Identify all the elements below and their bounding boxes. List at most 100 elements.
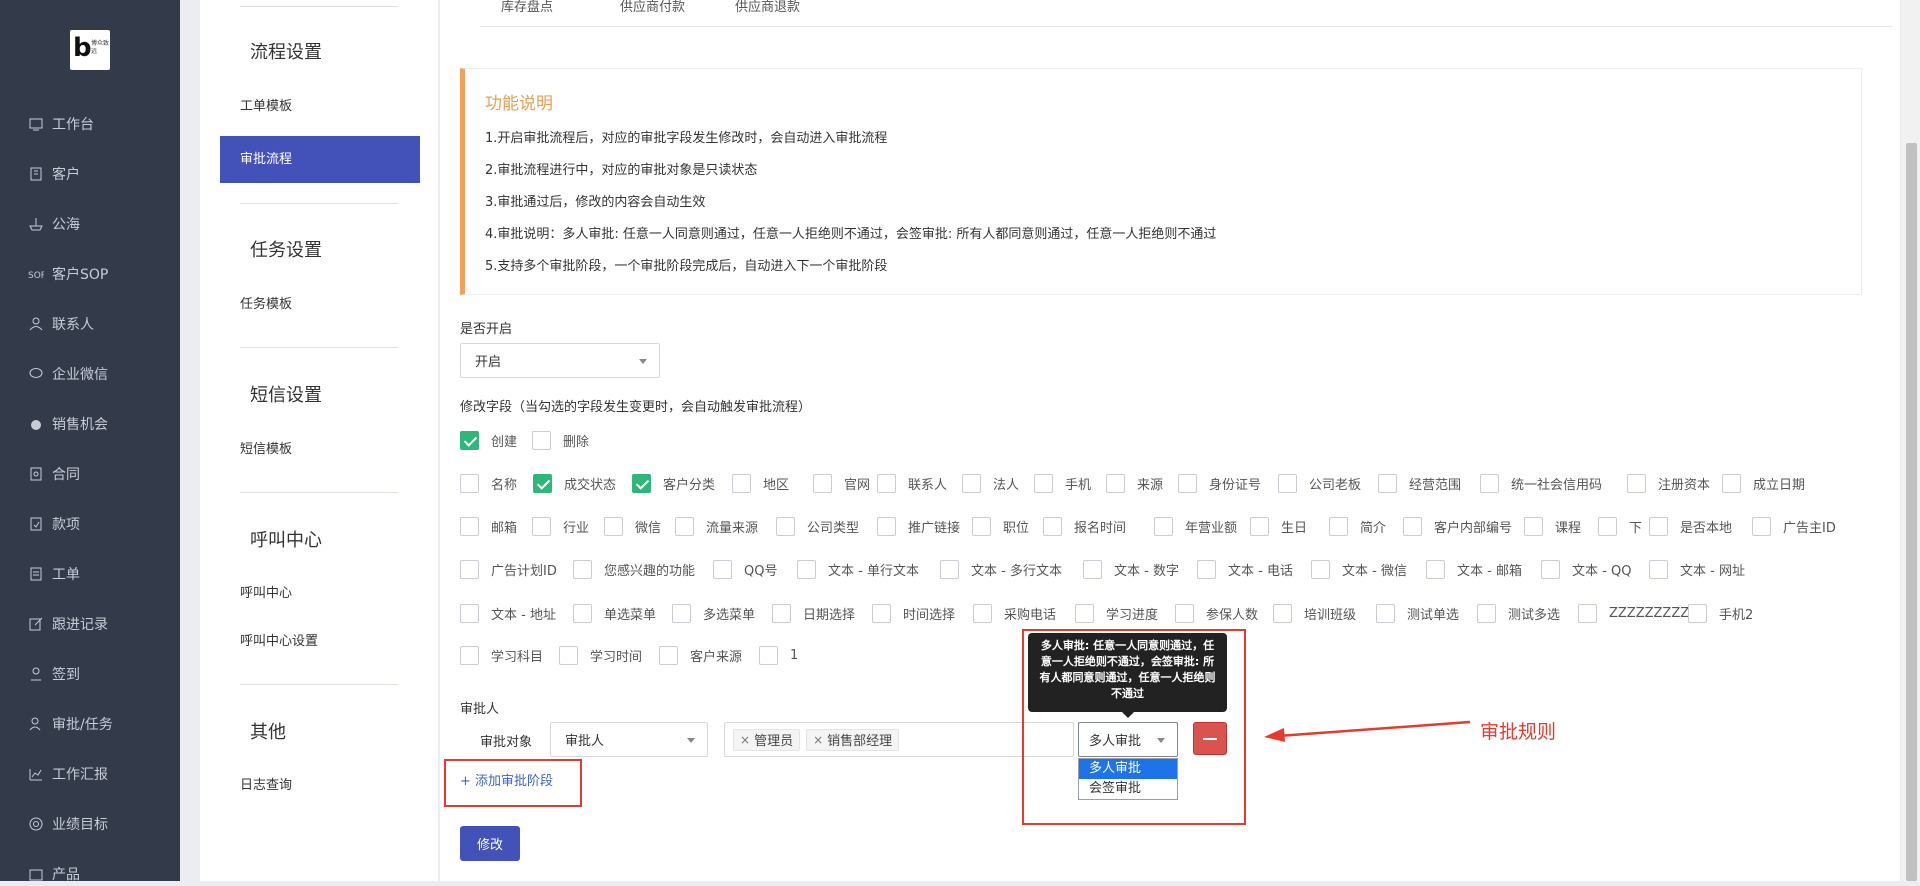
sidebar-item[interactable]: 产品: [28, 862, 80, 886]
field-checkbox[interactable]: 删除: [532, 431, 589, 450]
checkbox-icon[interactable]: [1329, 517, 1348, 536]
field-checkbox[interactable]: 经营范围: [1378, 474, 1461, 493]
menu-item-sms-template[interactable]: 短信模板: [240, 438, 292, 457]
menu-item-log-query[interactable]: 日志查询: [240, 774, 292, 793]
field-checkbox[interactable]: 公司老板: [1278, 474, 1361, 493]
field-checkbox[interactable]: 客户内部编号: [1403, 517, 1512, 536]
submit-button[interactable]: 修改: [460, 826, 520, 861]
menu-item-callcenter[interactable]: 呼叫中心: [240, 582, 292, 601]
sidebar-item[interactable]: 联系人: [28, 312, 94, 336]
field-checkbox[interactable]: 年营业额: [1154, 517, 1237, 536]
sidebar-item[interactable]: 款项: [28, 512, 80, 536]
field-checkbox[interactable]: 文本 - 单行文本: [797, 560, 919, 579]
field-checkbox[interactable]: 客户来源: [659, 646, 742, 665]
checkbox-icon[interactable]: [1154, 517, 1173, 536]
checkbox-icon[interactable]: [532, 431, 551, 450]
checkbox-icon[interactable]: [1688, 604, 1707, 623]
checkbox-icon[interactable]: [797, 560, 816, 579]
field-checkbox[interactable]: 职位: [972, 517, 1029, 536]
checkbox-icon[interactable]: [559, 646, 578, 665]
sidebar-item[interactable]: 企业微信: [28, 362, 108, 386]
field-checkbox[interactable]: 官网: [813, 474, 870, 493]
checkbox-icon[interactable]: [1175, 604, 1194, 623]
field-checkbox[interactable]: 广告计划ID: [460, 560, 557, 579]
checkbox-icon[interactable]: [1043, 517, 1062, 536]
menu-item-ticket-template[interactable]: 工单模板: [240, 95, 292, 114]
checkbox-icon[interactable]: [772, 604, 791, 623]
field-checkbox[interactable]: 联系人: [877, 474, 947, 493]
field-checkbox[interactable]: 成交状态: [533, 474, 616, 493]
checkbox-icon[interactable]: [460, 646, 479, 665]
field-checkbox[interactable]: 单选菜单: [573, 604, 656, 623]
field-checkbox[interactable]: 日期选择: [772, 604, 855, 623]
brand-logo[interactable]: b 博众致远: [70, 30, 110, 70]
tab-supplier-payment[interactable]: 供应商付款: [620, 0, 685, 15]
sidebar-item[interactable]: 客户: [28, 162, 80, 186]
checkbox-checked-icon[interactable]: [632, 474, 651, 493]
checkbox-icon[interactable]: [1403, 517, 1422, 536]
checkbox-icon[interactable]: [877, 474, 896, 493]
field-checkbox[interactable]: 参保人数: [1175, 604, 1258, 623]
checkbox-icon[interactable]: [1034, 474, 1053, 493]
field-checkbox[interactable]: 微信: [604, 517, 661, 536]
checkbox-icon[interactable]: [1106, 474, 1125, 493]
menu-item-approval-flow[interactable]: 审批流程: [220, 136, 420, 183]
scrollbar-thumb[interactable]: [1906, 143, 1917, 881]
field-checkbox[interactable]: 邮箱: [460, 517, 517, 536]
checkbox-icon[interactable]: [1376, 604, 1395, 623]
checkbox-icon[interactable]: [1278, 474, 1297, 493]
field-checkbox[interactable]: 统一社会信用码: [1480, 474, 1602, 493]
field-checkbox[interactable]: 文本 - 微信: [1311, 560, 1407, 579]
checkbox-icon[interactable]: [1598, 517, 1617, 536]
field-checkbox[interactable]: 学习科目: [460, 646, 543, 665]
sidebar-item[interactable]: 工作台: [28, 112, 94, 136]
checkbox-icon[interactable]: [573, 604, 592, 623]
field-checkbox[interactable]: 文本 - 网址: [1649, 560, 1745, 579]
tab-inventory-check[interactable]: 库存盘点: [501, 0, 553, 15]
checkbox-checked-icon[interactable]: [533, 474, 552, 493]
checkbox-icon[interactable]: [1649, 517, 1668, 536]
checkbox-icon[interactable]: [1524, 517, 1543, 536]
checkbox-icon[interactable]: [1378, 474, 1397, 493]
field-checkbox[interactable]: 注册资本: [1627, 474, 1710, 493]
field-checkbox[interactable]: 流量来源: [675, 517, 758, 536]
sidebar-item[interactable]: 审批/任务: [28, 712, 113, 736]
close-icon[interactable]: ×: [813, 733, 823, 747]
checkbox-icon[interactable]: [1477, 604, 1496, 623]
field-checkbox[interactable]: 时间选择: [872, 604, 955, 623]
field-checkbox[interactable]: 学习进度: [1075, 604, 1158, 623]
checkbox-icon[interactable]: [460, 560, 479, 579]
sidebar-item[interactable]: 跟进记录: [28, 612, 108, 636]
checkbox-icon[interactable]: [1250, 517, 1269, 536]
field-checkbox[interactable]: 培训班级: [1273, 604, 1356, 623]
field-checkbox[interactable]: 报名时间: [1043, 517, 1126, 536]
checkbox-icon[interactable]: [1627, 474, 1646, 493]
field-checkbox[interactable]: 创建: [460, 431, 517, 450]
field-checkbox[interactable]: 法人: [962, 474, 1019, 493]
tab-supplier-refund[interactable]: 供应商退款: [735, 0, 800, 15]
checkbox-icon[interactable]: [532, 517, 551, 536]
field-checkbox[interactable]: 是否本地: [1649, 517, 1732, 536]
checkbox-icon[interactable]: [672, 604, 691, 623]
field-checkbox[interactable]: 多选菜单: [672, 604, 755, 623]
field-checkbox[interactable]: 生日: [1250, 517, 1307, 536]
enable-select[interactable]: 开启: [460, 343, 660, 378]
checkbox-icon[interactable]: [604, 517, 623, 536]
field-checkbox[interactable]: 文本 - 地址: [460, 604, 556, 623]
checkbox-icon[interactable]: [1426, 560, 1445, 579]
checkbox-icon[interactable]: [659, 646, 678, 665]
field-checkbox[interactable]: 测试多选: [1477, 604, 1560, 623]
field-checkbox[interactable]: 文本 - 多行文本: [940, 560, 1062, 579]
field-checkbox[interactable]: 学习时间: [559, 646, 642, 665]
checkbox-icon[interactable]: [1311, 560, 1330, 579]
field-checkbox[interactable]: 下: [1598, 517, 1642, 536]
field-checkbox[interactable]: 手机: [1034, 474, 1091, 493]
field-checkbox[interactable]: 客户分类: [632, 474, 715, 493]
field-checkbox[interactable]: 地区: [732, 474, 789, 493]
checkbox-icon[interactable]: [713, 560, 732, 579]
sidebar-item[interactable]: SOP 客户SOP: [28, 262, 108, 286]
field-checkbox[interactable]: 文本 - 电话: [1197, 560, 1293, 579]
checkbox-icon[interactable]: [1541, 560, 1560, 579]
field-checkbox[interactable]: QQ号: [713, 560, 777, 579]
field-checkbox[interactable]: 公司类型: [776, 517, 859, 536]
